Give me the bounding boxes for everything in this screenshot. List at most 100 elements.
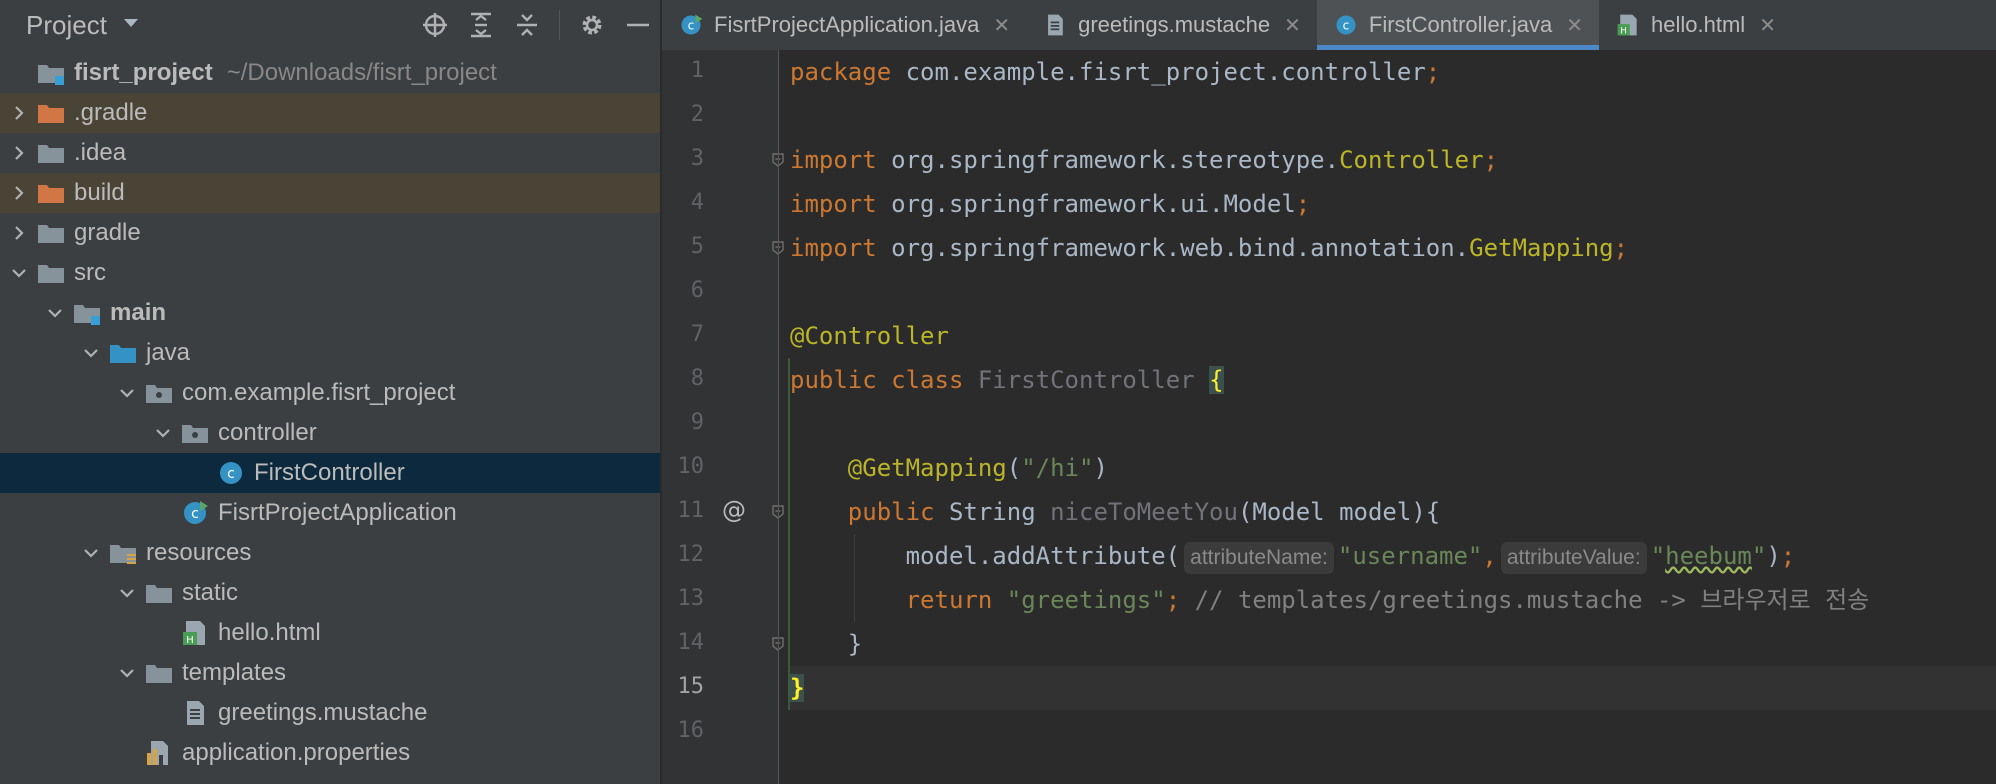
excluded-folder-icon bbox=[36, 180, 66, 206]
tree-item[interactable]: static bbox=[0, 573, 660, 613]
gutter-divider bbox=[778, 50, 779, 784]
chevron-down-icon[interactable] bbox=[44, 302, 66, 324]
tree-item-label: resources bbox=[146, 539, 252, 566]
tree-item[interactable]: c FirstController bbox=[0, 453, 660, 493]
collapse-all-icon[interactable] bbox=[513, 11, 541, 39]
tab-label: greetings.mustache bbox=[1078, 12, 1271, 37]
tree-item[interactable]: src bbox=[0, 253, 660, 293]
tree-item[interactable]: com.example.fisrt_project bbox=[0, 373, 660, 413]
keyword: import bbox=[790, 146, 877, 174]
semicolon: ; bbox=[1780, 542, 1796, 570]
tree-item-label: templates bbox=[182, 659, 287, 686]
chevron-right-icon[interactable] bbox=[8, 102, 30, 124]
code-line-14: } bbox=[790, 622, 862, 666]
scope-indicator bbox=[788, 358, 790, 710]
chevron-down-icon[interactable] bbox=[123, 16, 139, 34]
tree-item-label: application.properties bbox=[182, 739, 411, 766]
editor-tab[interactable]: c FisrtProjectApplication.java ✕ bbox=[662, 0, 1026, 50]
editor-tab[interactable]: Hhello.html ✕ bbox=[1599, 0, 1792, 50]
text-file-icon bbox=[1042, 12, 1068, 38]
line-number: 2 bbox=[690, 102, 704, 127]
string-literal: "username" bbox=[1337, 542, 1483, 570]
project-panel-header: Project bbox=[0, 0, 660, 50]
svg-text:c: c bbox=[1343, 18, 1350, 32]
locate-icon[interactable] bbox=[421, 11, 449, 39]
tree-item[interactable]: resources bbox=[0, 533, 660, 573]
chevron-right-icon[interactable] bbox=[8, 182, 30, 204]
import-path: org.springframework.stereotype. bbox=[876, 146, 1340, 174]
code-editor[interactable]: package com.example.fisrt_project.contro… bbox=[788, 50, 1996, 784]
tree-item[interactable]: Hhello.html bbox=[0, 613, 660, 653]
editor-tab[interactable]: greetings.mustache ✕ bbox=[1026, 0, 1317, 50]
project-tool-window: Project fisrt_project ~/Downloads/fisrt_p… bbox=[0, 0, 660, 784]
semicolon: ; bbox=[1425, 58, 1441, 86]
folder-icon bbox=[36, 220, 66, 246]
chevron-down-icon[interactable] bbox=[8, 262, 30, 284]
annotation: @GetMapping bbox=[847, 454, 1007, 482]
module-folder-icon bbox=[36, 60, 66, 86]
tree-item[interactable]: templates bbox=[0, 653, 660, 693]
chevron-down-icon[interactable] bbox=[116, 582, 138, 604]
close-icon[interactable]: ✕ bbox=[1566, 13, 1583, 38]
paren: ( bbox=[1006, 454, 1022, 482]
tree-item[interactable]: java bbox=[0, 333, 660, 373]
expand-all-icon[interactable] bbox=[467, 11, 495, 39]
tree-item[interactable]: c FisrtProjectApplication bbox=[0, 493, 660, 533]
tree-item[interactable]: application.properties bbox=[0, 733, 660, 773]
tree-item[interactable]: .idea bbox=[0, 133, 660, 173]
tab-label: FisrtProjectApplication.java bbox=[714, 12, 980, 37]
tree-item[interactable]: main bbox=[0, 293, 660, 333]
toolbar-separator bbox=[559, 10, 560, 40]
editor-tab-bar: c FisrtProjectApplication.java ✕ greetings.… bbox=[662, 0, 1996, 50]
excluded-folder-icon bbox=[36, 100, 66, 126]
close-icon[interactable]: ✕ bbox=[1284, 13, 1301, 38]
html-file-icon: H bbox=[180, 620, 210, 646]
tree-item-label: gradle bbox=[74, 219, 141, 246]
keyword: public bbox=[847, 498, 935, 526]
comma: , bbox=[1482, 542, 1497, 570]
chevron-down-icon[interactable] bbox=[80, 542, 102, 564]
chevron-down-icon[interactable] bbox=[80, 342, 102, 364]
parameters: (Model model){ bbox=[1237, 498, 1441, 526]
folder-icon bbox=[36, 260, 66, 286]
tree-item[interactable]: greetings.mustache bbox=[0, 693, 660, 733]
keyword: import bbox=[790, 234, 877, 262]
class-icon: c bbox=[1333, 12, 1359, 38]
code-line-4: import org.springframework.ui.Model; bbox=[790, 182, 1310, 226]
indent-guide bbox=[854, 534, 855, 622]
chevron-down-icon[interactable] bbox=[152, 422, 174, 444]
import-path: org.springframework.ui.Model bbox=[876, 190, 1296, 218]
close-icon[interactable]: ✕ bbox=[993, 13, 1010, 38]
close-icon[interactable]: ✕ bbox=[1759, 13, 1776, 38]
gear-icon[interactable] bbox=[578, 11, 606, 39]
tree-item-label: FisrtProjectApplication bbox=[218, 499, 457, 526]
code-line-1: package com.example.fisrt_project.contro… bbox=[790, 50, 1440, 94]
keyword: import bbox=[790, 190, 877, 218]
tab-label: hello.html bbox=[1651, 12, 1746, 37]
tree-item[interactable]: controller bbox=[0, 413, 660, 453]
matched-brace: { bbox=[1209, 366, 1224, 394]
line-number: 5 bbox=[690, 234, 704, 259]
project-view-selector[interactable]: Project bbox=[26, 10, 107, 41]
class-name: FirstController bbox=[977, 366, 1195, 394]
semicolon: ; bbox=[1613, 234, 1629, 262]
paren: ) bbox=[1766, 542, 1781, 570]
editor-tab[interactable]: c FirstController.java ✕ bbox=[1316, 0, 1600, 50]
chevron-right-icon[interactable] bbox=[8, 222, 30, 244]
keyword: return bbox=[905, 586, 993, 614]
tree-item[interactable]: build bbox=[0, 173, 660, 213]
chevron-down-icon[interactable] bbox=[116, 382, 138, 404]
tree-item-label: .idea bbox=[74, 139, 127, 166]
tree-item[interactable]: .gradle bbox=[0, 93, 660, 133]
hide-icon[interactable] bbox=[624, 11, 652, 39]
chevron-right-icon[interactable] bbox=[8, 142, 30, 164]
text-file-icon bbox=[180, 700, 210, 726]
tree-item[interactable]: gradle bbox=[0, 213, 660, 253]
request-mapping-gutter-icon[interactable]: @ bbox=[722, 496, 746, 524]
properties-file-icon bbox=[144, 740, 174, 766]
chevron-down-icon[interactable] bbox=[116, 662, 138, 684]
tree-item[interactable]: fisrt_project ~/Downloads/fisrt_project bbox=[0, 53, 660, 93]
html-file-icon: H bbox=[1615, 12, 1641, 38]
